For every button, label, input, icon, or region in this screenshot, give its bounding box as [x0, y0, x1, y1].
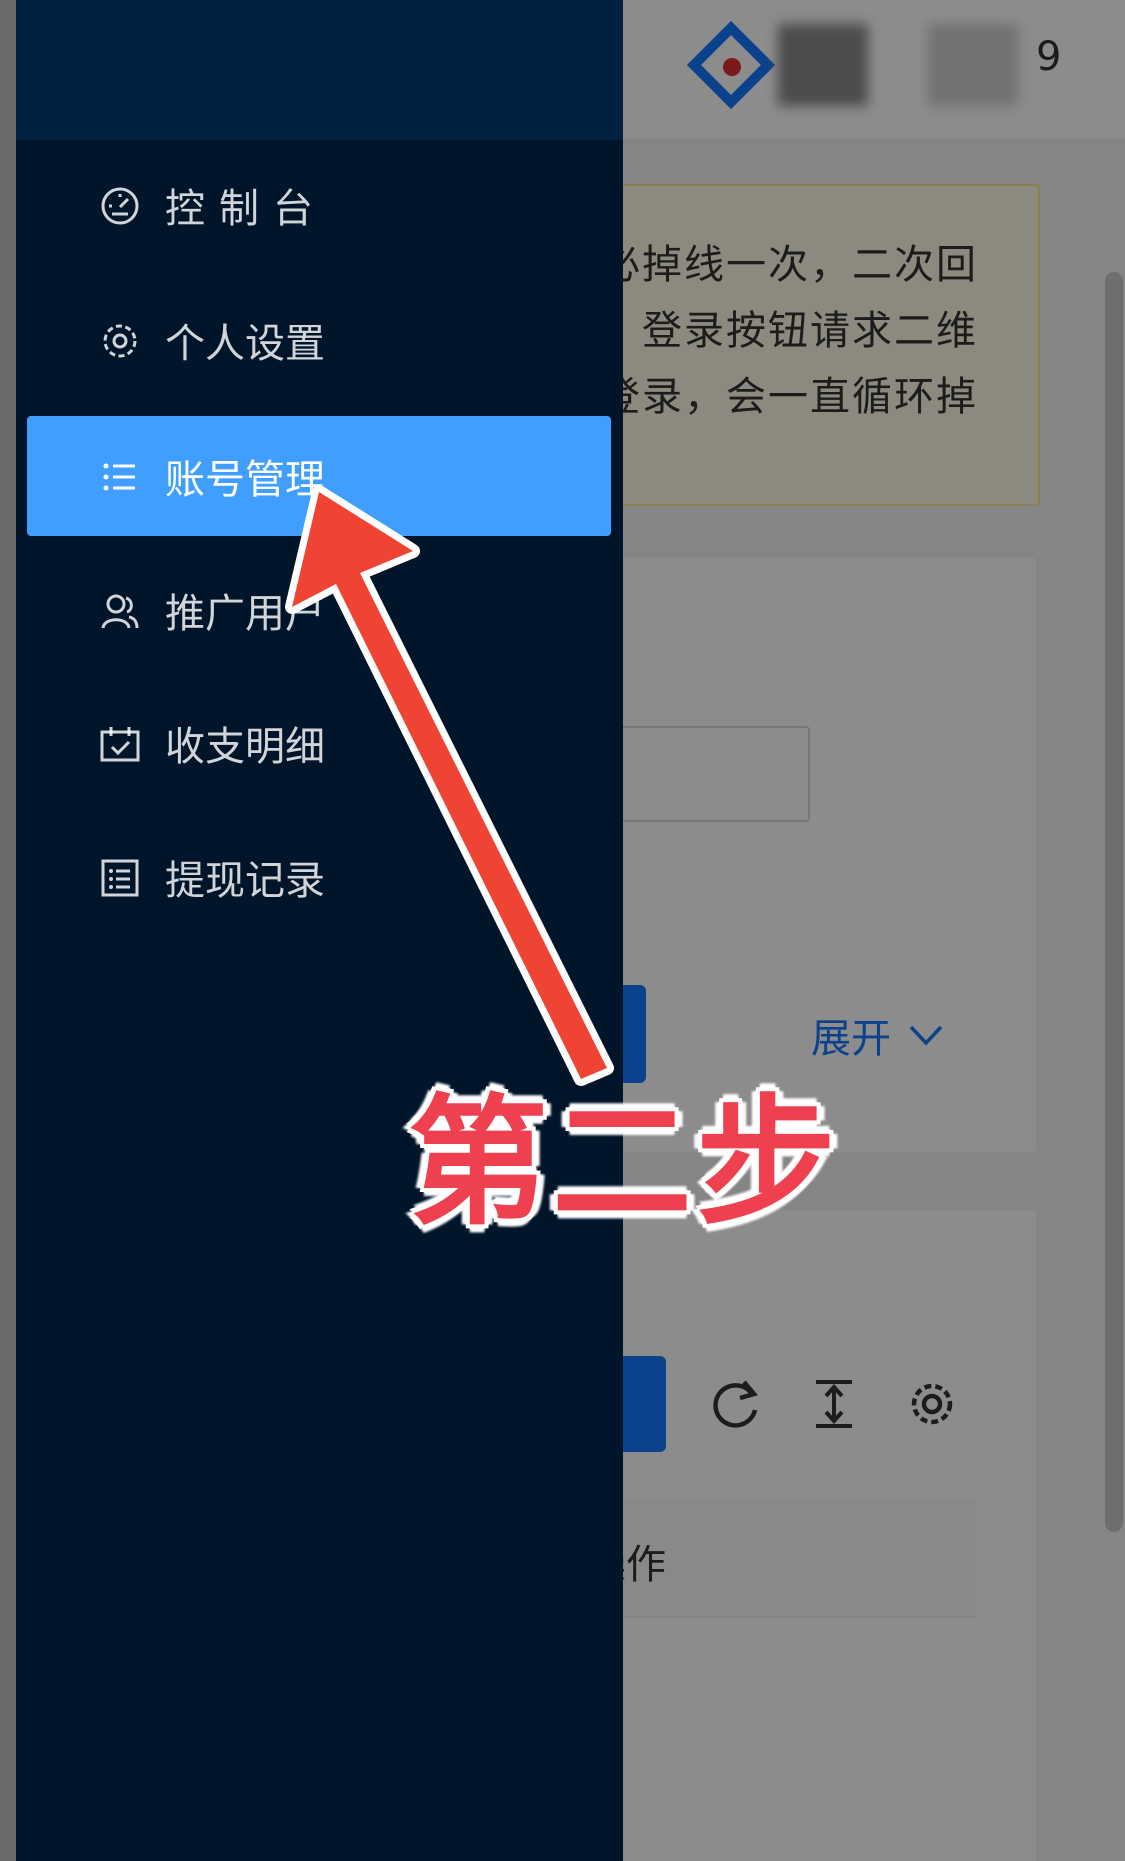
calendar-icon: [100, 727, 140, 762]
gear-icon: [103, 324, 137, 358]
sidebar-item-label: 收支明细: [165, 724, 325, 770]
record-icon: [101, 859, 139, 897]
users-icon: [101, 594, 139, 629]
sidebar-item-income-expense[interactable]: 收支明细: [27, 683, 611, 803]
list-icon: [103, 463, 135, 491]
sidebar-item-label: 推广用户: [165, 591, 325, 637]
drawer-header: [16, 0, 623, 140]
sidebar-item-personal-settings[interactable]: 个人设置: [27, 280, 611, 400]
app-window: 9 必掉线一次，二次回 登录按钮请求二维 登录，会一直循环掉 查询 展开: [16, 0, 1125, 1861]
step-annotation-text: 第二步: [408, 1082, 841, 1245]
sidebar-item-label: 账号管理: [165, 457, 325, 503]
sidebar-item-label: 提现记录: [165, 858, 325, 904]
sidebar-item-label: 个人设置: [165, 321, 325, 367]
sidebar-item-console[interactable]: 控制台: [27, 145, 611, 265]
sidebar-item-label: 控制台: [165, 186, 327, 232]
sidebar-item-account-management[interactable]: 账号管理: [27, 416, 611, 536]
sidebar-item-promoted-users[interactable]: 推广用户: [27, 550, 611, 670]
sidebar-item-withdrawal-records[interactable]: 提现记录: [27, 817, 611, 937]
dashboard-icon: [101, 187, 139, 225]
side-menu-drawer: 控制台 个人设置 账号管理 推广用户 收支明细 提现记录: [16, 0, 623, 1861]
